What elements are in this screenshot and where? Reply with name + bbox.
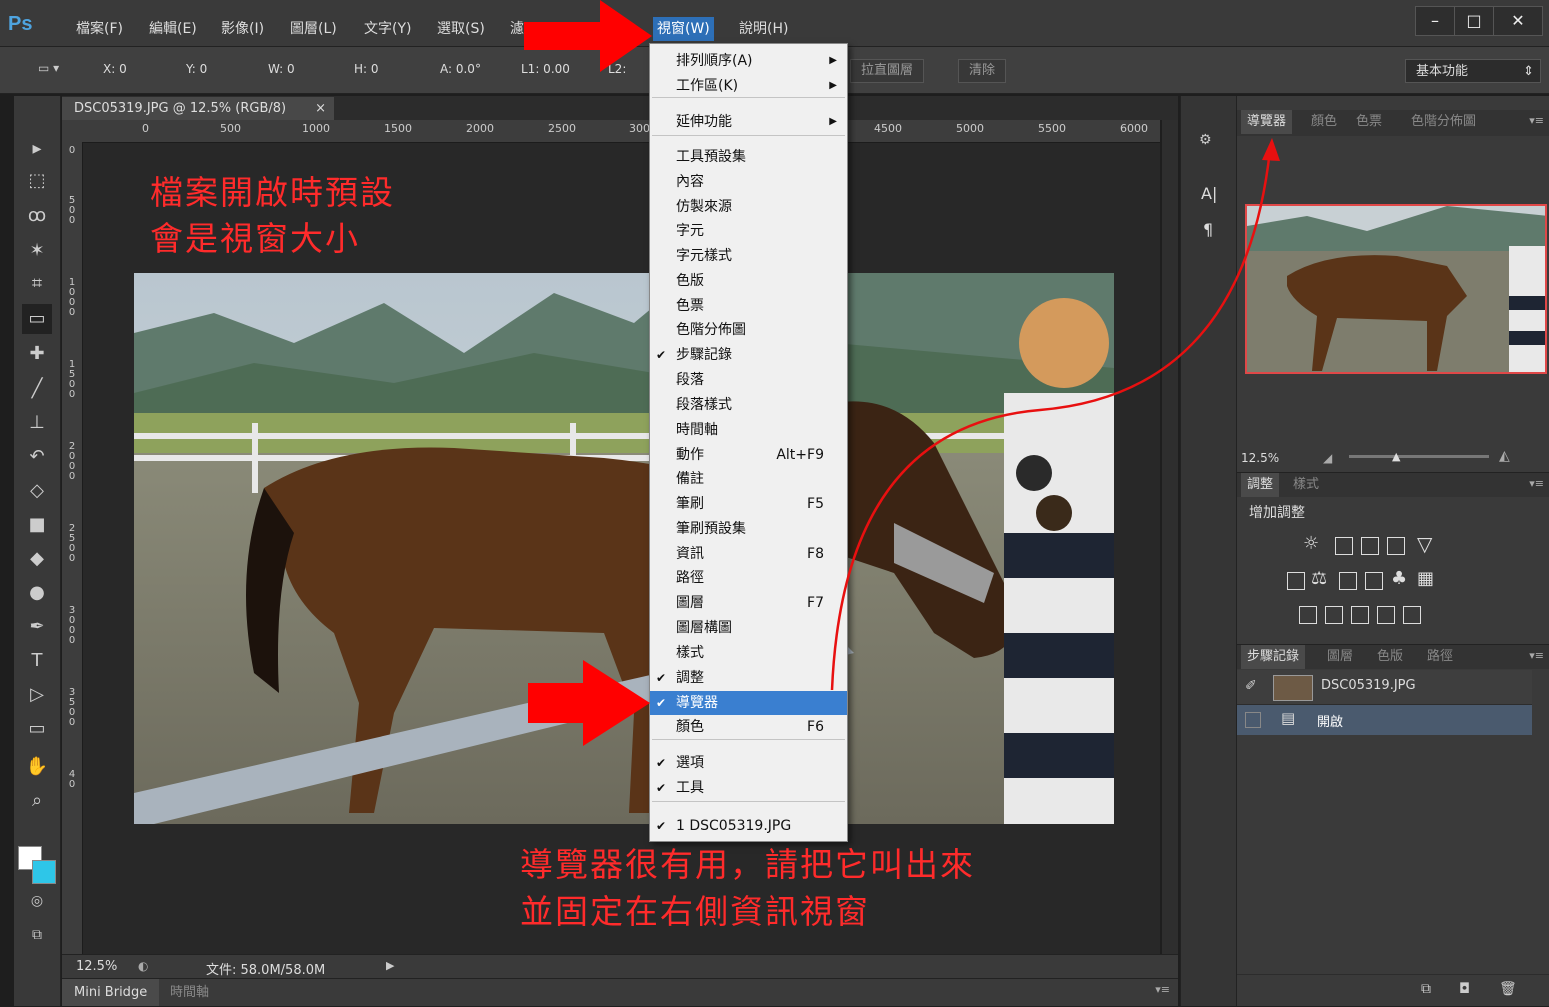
- curved-pointer-head-icon: [1262, 138, 1280, 161]
- annotation-overlay: [524, 0, 1280, 746]
- left-red-arrow-icon: [528, 660, 650, 746]
- curved-pointer-line: [830, 149, 1272, 691]
- top-red-arrow-icon: [524, 0, 652, 72]
